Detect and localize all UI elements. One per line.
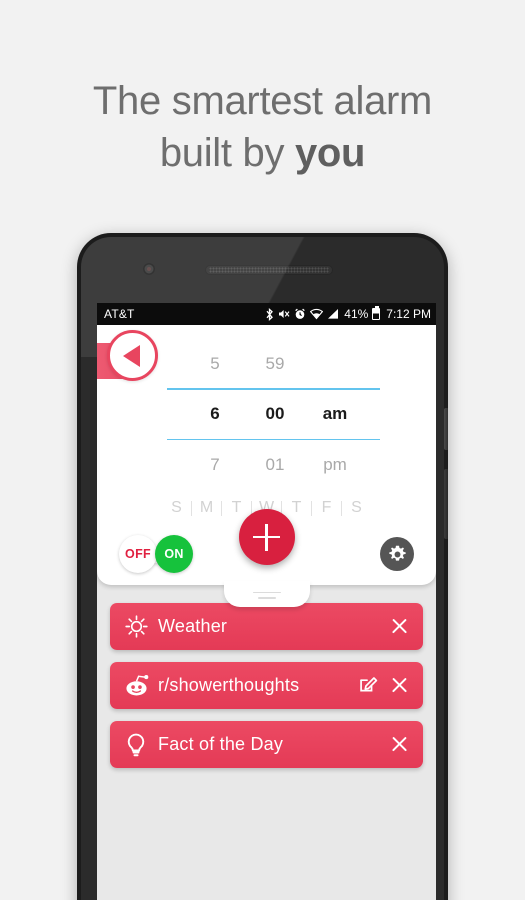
phone-front-glass: AT&T 41% 7:12 PM 5 59 6 00 am 7 01 pm S …	[81, 237, 444, 900]
carrier-label: AT&T	[104, 307, 135, 321]
gear-icon	[388, 545, 406, 561]
earpiece-speaker	[205, 265, 333, 275]
phone-mockup: AT&T 41% 7:12 PM 5 59 6 00 am 7 01 pm S …	[77, 233, 448, 900]
list-item-label: Weather	[158, 616, 228, 637]
list-item[interactable]: Fact of the Day	[110, 721, 423, 769]
wifi-icon	[310, 308, 324, 320]
list-item[interactable]: Weather	[110, 603, 423, 651]
headline-line-2-prefix: built by	[159, 131, 295, 175]
hour-below: 7	[210, 454, 220, 474]
alarm-picker-card: 5 59 6 00 am 7 01 pm S M T W T F S OFF O…	[97, 325, 436, 608]
status-icons: 41% 7:12 PM	[265, 306, 431, 321]
toggle-off-option[interactable]: OFF	[119, 535, 157, 574]
headline-line-2: built by you	[0, 128, 525, 178]
alarm-enable-toggle[interactable]: OFF ON	[119, 535, 193, 574]
bluetooth-icon	[265, 307, 274, 321]
weekday-sunday[interactable]: S	[162, 499, 192, 517]
headline-emphasis: you	[294, 131, 366, 175]
volume-button[interactable]	[444, 469, 448, 539]
list-item-label: r/showerthoughts	[158, 675, 300, 696]
weekday-friday[interactable]: F	[310, 499, 342, 517]
time-row-below[interactable]: 7 01 pm	[97, 440, 436, 489]
weekday-thursday[interactable]: T	[280, 499, 312, 517]
lightbulb-icon	[122, 733, 150, 757]
module-list: Weather r/showerthoughts Fact of the Day	[97, 585, 436, 769]
minute-below: 01	[265, 454, 285, 474]
battery-percent-label: 41%	[344, 307, 369, 321]
status-clock: 7:12 PM	[386, 307, 431, 321]
sun-icon	[122, 615, 150, 638]
meridiem-selected: am	[322, 404, 348, 424]
status-bar: AT&T 41% 7:12 PM	[97, 303, 436, 325]
list-item-actions	[390, 735, 409, 754]
front-camera-icon	[143, 263, 155, 275]
list-item-label: Fact of the Day	[158, 734, 284, 755]
hour-selected: 6	[210, 404, 220, 424]
meridiem-below: pm	[323, 454, 347, 474]
list-item[interactable]: r/showerthoughts	[110, 662, 423, 710]
toggle-on-option[interactable]: ON	[155, 535, 193, 574]
signal-icon	[327, 308, 339, 320]
close-icon[interactable]	[390, 676, 409, 695]
weekday-tuesday[interactable]: T	[220, 499, 252, 517]
volume-off-icon	[278, 308, 290, 320]
phone-screen: AT&T 41% 7:12 PM 5 59 6 00 am 7 01 pm S …	[97, 303, 436, 900]
battery-icon	[372, 306, 381, 320]
settings-button[interactable]	[380, 537, 414, 572]
back-triangle-icon[interactable]	[107, 330, 158, 381]
list-item-actions	[390, 617, 409, 636]
close-icon[interactable]	[390, 617, 409, 636]
weekday-monday[interactable]: M	[190, 499, 222, 517]
add-alarm-button[interactable]	[238, 509, 295, 566]
headline-line-1: The smartest alarm	[92, 79, 433, 123]
page-title: The smartest alarm built by you	[0, 76, 525, 178]
edit-icon[interactable]	[359, 674, 378, 698]
controls-row: OFF ON	[97, 509, 436, 585]
hour-above: 5	[210, 353, 220, 373]
alarm-icon	[294, 308, 306, 320]
power-button[interactable]	[444, 408, 448, 450]
minute-selected: 00	[265, 404, 285, 424]
list-item-actions	[359, 674, 409, 698]
minute-above: 59	[265, 353, 285, 373]
app-screenshot: The smartest alarm built by you AT&T 41%…	[0, 0, 525, 900]
reddit-icon	[122, 674, 150, 697]
drag-handle-icon[interactable]	[223, 581, 310, 608]
weekday-saturday[interactable]: S	[340, 499, 372, 517]
close-icon[interactable]	[390, 735, 409, 754]
time-row-selected[interactable]: 6 00 am	[97, 390, 436, 439]
